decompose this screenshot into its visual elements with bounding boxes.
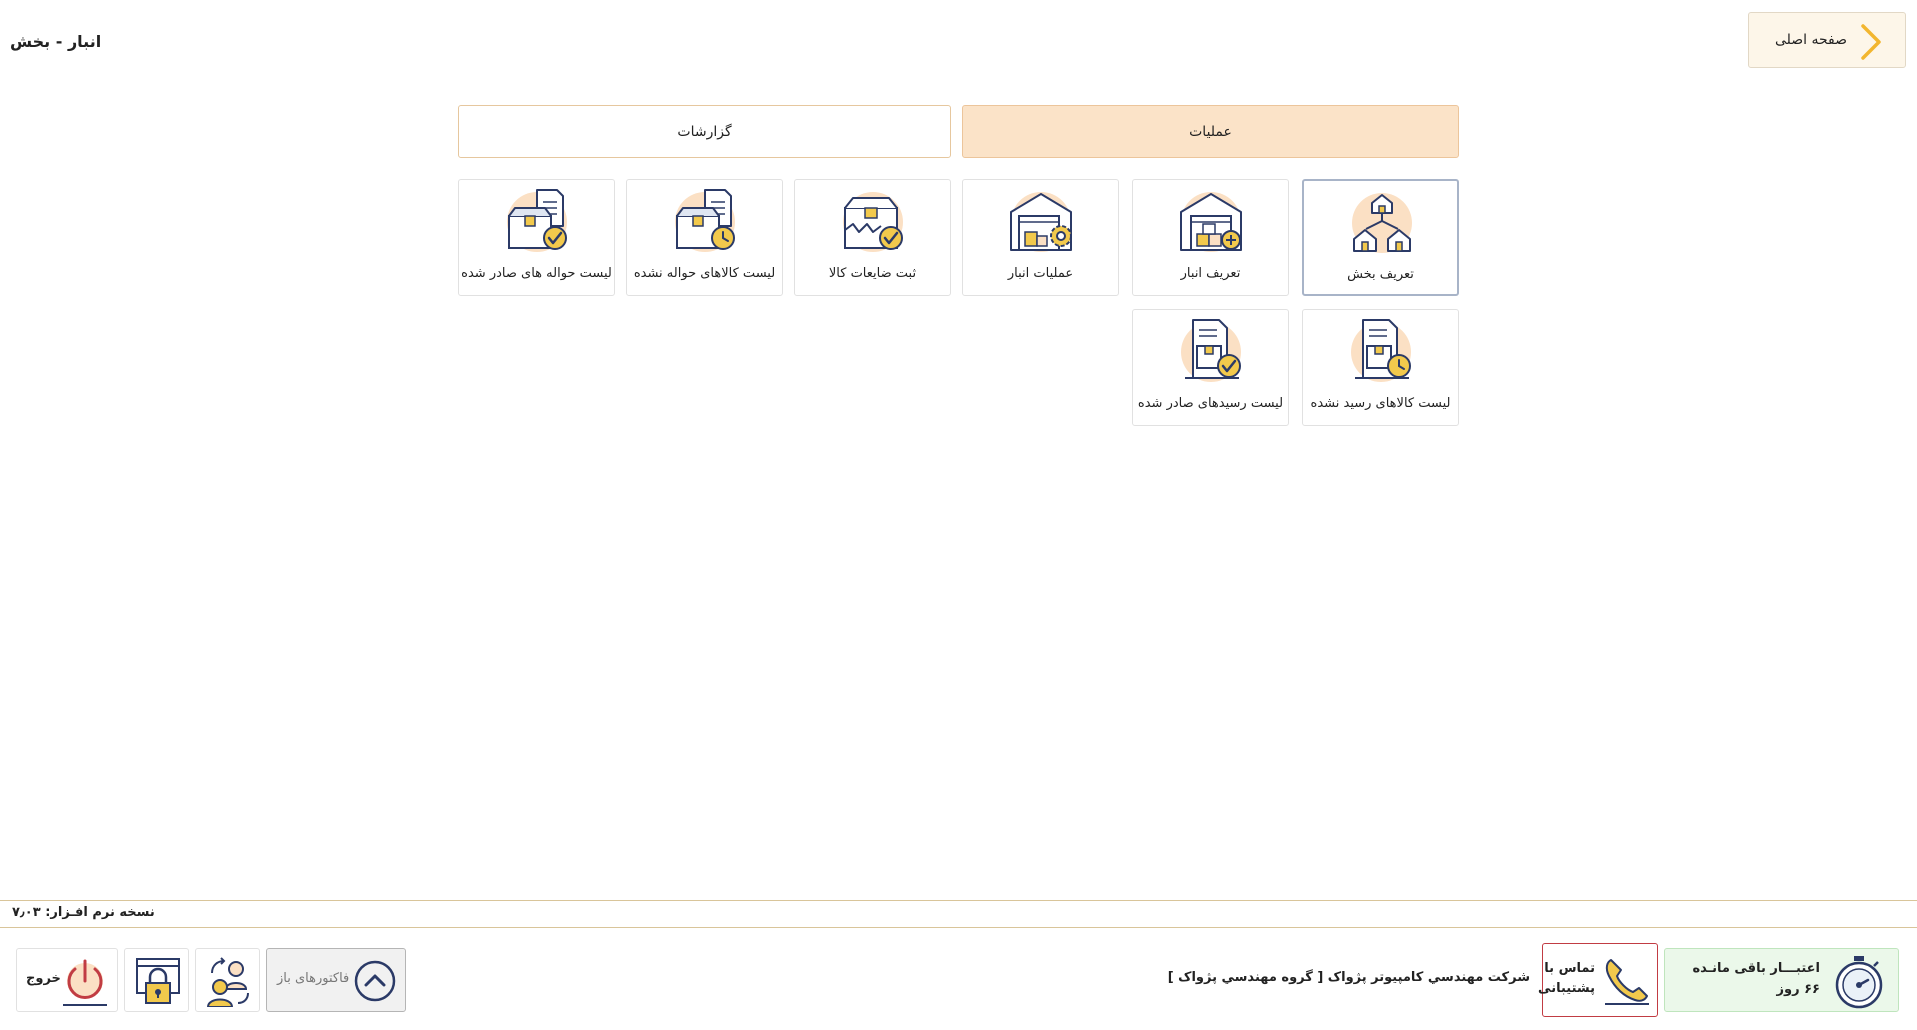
warehouse-gear-icon bbox=[1010, 192, 1072, 252]
tile-warehouse-operations[interactable]: عملیات انبار bbox=[962, 179, 1119, 296]
houses-network-icon bbox=[1352, 193, 1412, 253]
damaged-box-check-icon bbox=[843, 192, 903, 252]
chevron-right-icon bbox=[1859, 23, 1883, 65]
support-label-line2: پشتیبانی bbox=[1538, 981, 1595, 996]
tile-label: لیست رسیدهای صادر شده bbox=[1137, 396, 1284, 411]
box-document-check-icon bbox=[507, 189, 567, 252]
tile-label: تعریف انبار bbox=[1180, 266, 1241, 281]
tile-unissued-goods-list[interactable]: لیست کالاهای حواله نشده bbox=[626, 179, 783, 296]
tile-label: عملیات انبار bbox=[1007, 266, 1074, 281]
open-invoices-button[interactable]: فاکتورهای باز bbox=[266, 948, 406, 1012]
tile-label: لیست کالاهای حواله نشده bbox=[633, 266, 776, 281]
support-label-line1: تماس با bbox=[1544, 961, 1595, 976]
credit-label: اعتبـــار باقی مانـده bbox=[1692, 961, 1820, 976]
tile-register-damaged-goods[interactable]: ثبت ضایعات کالا bbox=[794, 179, 951, 296]
stopwatch-icon bbox=[1830, 954, 1888, 1014]
lock-icon bbox=[133, 955, 183, 1011]
tab-operations[interactable]: عملیات bbox=[962, 105, 1459, 158]
receipt-box-clock-icon bbox=[1351, 319, 1411, 382]
tile-label: تعریف بخش bbox=[1347, 267, 1414, 282]
warehouse-add-icon bbox=[1180, 192, 1242, 252]
box-document-clock-icon bbox=[675, 189, 735, 252]
tile-issued-receipts-list[interactable]: لیست رسیدهای صادر شده bbox=[1132, 309, 1289, 426]
receipt-box-check-icon bbox=[1181, 319, 1241, 382]
contact-support-button[interactable]: تماس با پشتیبانی bbox=[1538, 943, 1658, 1017]
tab-reports[interactable]: گزارشات bbox=[458, 105, 951, 158]
switch-user-button[interactable] bbox=[195, 948, 260, 1012]
exit-button[interactable]: خروج bbox=[16, 948, 118, 1012]
tile-label: لیست کالاهای رسید نشده bbox=[1310, 396, 1451, 411]
tile-label: ثبت ضایعات کالا bbox=[828, 266, 917, 281]
version-bar bbox=[0, 900, 1917, 928]
company-name: شرکت مهندسي کامپيوتر پژواک [ گروه مهندسي… bbox=[1167, 970, 1530, 985]
tile-define-section[interactable]: تعریف بخش bbox=[1302, 179, 1459, 296]
remaining-credit-box: اعتبـــار باقی مانـده ۶۶ روز bbox=[1664, 948, 1899, 1012]
tile-define-warehouse[interactable]: تعریف انبار bbox=[1132, 179, 1289, 296]
power-icon bbox=[59, 955, 111, 1011]
page-title: انبار - بخش bbox=[10, 32, 102, 51]
tile-issued-remittances-list[interactable]: لیست حواله های صادر شده bbox=[458, 179, 615, 296]
tile-label: لیست حواله های صادر شده bbox=[461, 266, 612, 281]
home-button-label: صفحه اصلی bbox=[1774, 32, 1847, 48]
phone-icon bbox=[1601, 954, 1651, 1010]
credit-days: ۶۶ روز bbox=[1776, 982, 1820, 997]
exit-label: خروج bbox=[26, 971, 61, 986]
software-version: نسخه نرم افـزار: ۷٫۰۳ bbox=[12, 905, 155, 920]
home-button[interactable]: صفحه اصلی bbox=[1748, 12, 1906, 68]
tile-unreceived-goods-list[interactable]: لیست کالاهای رسید نشده bbox=[1302, 309, 1459, 426]
switch-user-icon bbox=[204, 955, 254, 1011]
lock-screen-button[interactable] bbox=[124, 948, 189, 1012]
open-invoices-label: فاکتورهای باز bbox=[277, 971, 350, 986]
chevron-up-circle-icon bbox=[353, 959, 397, 1007]
